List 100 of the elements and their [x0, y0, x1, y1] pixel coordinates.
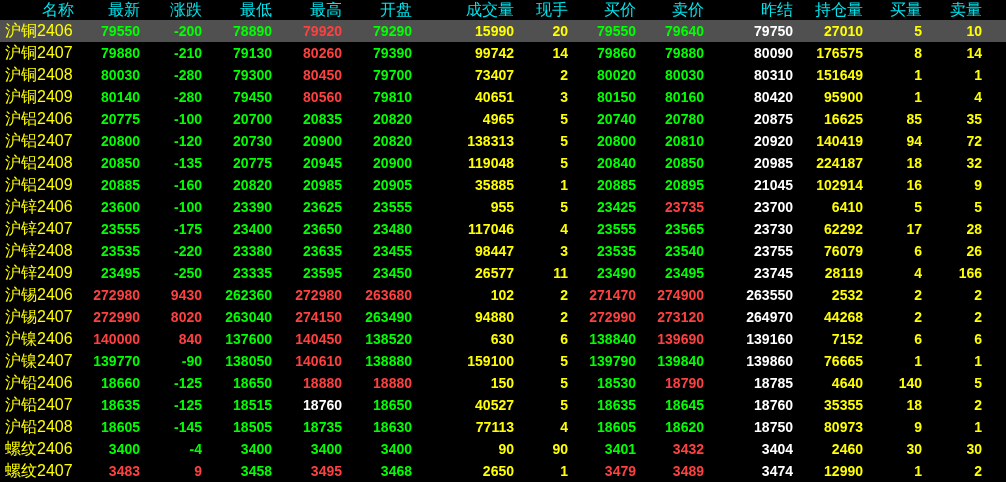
table-cell-text: 5: [973, 374, 982, 393]
table-row[interactable]: 沪铝2406 20775 -100 20700 20835 20820 4965 5 20740 20780 20875 16625 85 35: [0, 108, 1006, 130]
table-cell-text: 23400: [232, 220, 272, 239]
column-header[interactable]: 成交量: [412, 0, 514, 20]
table-cell-text: 1: [973, 352, 982, 371]
column-header[interactable]: 买价: [568, 0, 636, 20]
table-cell-text: 4: [559, 418, 568, 437]
column-header[interactable]: 买量: [863, 0, 922, 20]
table-cell-text: 6: [973, 330, 982, 349]
table-cell-text: 80560: [302, 88, 342, 107]
table-cell-text: 3400: [309, 440, 342, 459]
column-header[interactable]: 开盘: [342, 0, 412, 20]
column-header[interactable]: 最高: [272, 0, 342, 20]
table-cell-text: 3400: [239, 440, 272, 459]
table-cell-text: 2: [973, 308, 982, 327]
table-row[interactable]: 沪锡2407 272990 8020 263040 274150 263490 94880 2 272990 273120 264970 44268 2 2: [0, 306, 1006, 328]
contract-name: 沪铅2406: [4, 373, 74, 393]
table-cell-text: 95900: [823, 88, 863, 107]
table-cell-text: 79750: [753, 22, 793, 41]
table-cell-text: 79550: [596, 22, 636, 41]
table-cell-text: 17: [905, 220, 922, 239]
table-row[interactable]: 沪铜2407 79880 -210 79130 80260 79390 99742 14 79860 79880 80090 176575 8 14: [0, 42, 1006, 64]
table-cell-text: 3458: [239, 462, 272, 481]
table-row[interactable]: 沪铝2407 20800 -120 20730 20900 20820 138313 5 20800 20810 20920 140419 94 72: [0, 130, 1006, 152]
table-row[interactable]: 螺纹2406 3400 -4 3400 3400 3400 90 90 3401 3432 3404 2460 30 30: [0, 438, 1006, 460]
table-cell-text: 2: [913, 308, 922, 327]
table-cell-text: 18630: [372, 418, 412, 437]
column-header[interactable]: 现手: [514, 0, 568, 20]
table-row[interactable]: 螺纹2407 3483 9 3458 3495 3468 2650 1 3479 3489 3474 12990 1 2: [0, 460, 1006, 482]
table-cell-text: 5: [913, 22, 922, 41]
table-row[interactable]: 沪铝2408 20850 -135 20775 20945 20900 119048 5 20840 20850 20985 224187 18 32: [0, 152, 1006, 174]
table-cell-text: 630: [489, 330, 514, 349]
table-row[interactable]: 沪锡2406 272980 9430 262360 272980 263680 102 2 271470 274900 263550 2532 2 2: [0, 284, 1006, 306]
contract-name: 沪锌2407: [4, 219, 74, 239]
column-header[interactable]: 涨跌: [140, 0, 202, 20]
table-cell-text: 32: [965, 154, 982, 173]
table-cell-text: 20800: [596, 132, 636, 151]
table-cell-text: 20895: [664, 176, 704, 195]
table-cell-text: 3: [559, 242, 568, 261]
table-cell-text: 1: [913, 462, 922, 481]
column-header[interactable]: 最低: [202, 0, 272, 20]
table-cell-text: 20780: [664, 110, 704, 129]
table-cell-text: 8: [913, 44, 922, 63]
table-row[interactable]: 沪铜2408 80030 -280 79300 80450 79700 73407 2 80020 80030 80310 151649 1 1: [0, 64, 1006, 86]
table-row[interactable]: 沪铅2408 18605 -145 18505 18735 18630 77113 4 18605 18620 18750 80973 9 1: [0, 416, 1006, 438]
table-cell-text: 3489: [671, 462, 704, 481]
table-cell-text: -200: [172, 22, 202, 41]
table-cell-text: 23495: [100, 264, 140, 283]
table-row[interactable]: 沪镍2407 139770 -90 138050 140610 138880 159100 5 139790 139840 139860 76665 1 1: [0, 350, 1006, 372]
table-cell-text: 40651: [474, 88, 514, 107]
table-row[interactable]: 沪锌2409 23495 -250 23335 23595 23450 26577 11 23490 23495 23745 28119 4 166: [0, 262, 1006, 284]
table-cell-text: 4: [559, 220, 568, 239]
table-cell-text: 23600: [100, 198, 140, 217]
table-cell-text: 1: [973, 418, 982, 437]
table-cell-text: 271470: [588, 286, 636, 305]
table-cell-text: -120: [172, 132, 202, 151]
column-header[interactable]: 最新: [74, 0, 140, 20]
table-row[interactable]: 沪镍2406 140000 840 137600 140450 138520 630 6 138840 139690 139160 7152 6 6: [0, 328, 1006, 350]
table-row[interactable]: 沪铜2409 80140 -280 79450 80560 79810 40651 3 80150 80160 80420 95900 1 4: [0, 86, 1006, 108]
column-header[interactable]: 卖量: [922, 0, 982, 20]
table-cell-text: 23555: [596, 220, 636, 239]
column-header[interactable]: 持仓量: [793, 0, 863, 20]
table-cell-text: 23540: [664, 242, 704, 261]
table-cell-text: 23535: [596, 242, 636, 261]
table-cell-text: 12990: [823, 462, 863, 481]
contract-name: 沪锌2409: [4, 263, 74, 283]
table-row[interactable]: 沪锌2408 23535 -220 23380 23635 23455 98447 3 23535 23540 23755 76079 6 26: [0, 240, 1006, 262]
table-row[interactable]: 沪铝2409 20885 -160 20820 20985 20905 35885 1 20885 20895 21045 102914 16 9: [0, 174, 1006, 196]
table-cell-text: 3495: [309, 462, 342, 481]
column-header[interactable]: 卖价: [636, 0, 704, 20]
table-cell-text: 20850: [100, 154, 140, 173]
table-cell-text: 2650: [481, 462, 514, 481]
table-cell-text: 79810: [372, 88, 412, 107]
table-cell-text: 80420: [753, 88, 793, 107]
table-cell-text: 1: [913, 352, 922, 371]
table-cell-text: 9: [973, 176, 982, 195]
column-header[interactable]: 昨结: [704, 0, 793, 20]
table-row[interactable]: 沪铅2406 18660 -125 18650 18880 18880 150 5 18530 18790 18785 4640 140 5: [0, 372, 1006, 394]
table-cell-text: -135: [172, 154, 202, 173]
table-row[interactable]: 沪锌2406 23600 -100 23390 23625 23555 955 5 23425 23735 23700 6410 5 5: [0, 196, 1006, 218]
table-cell-text: 6410: [830, 198, 863, 217]
table-cell-text: 99742: [474, 44, 514, 63]
contract-name: 沪铝2408: [4, 153, 74, 173]
table-row[interactable]: 沪铅2407 18635 -125 18515 18760 18650 40527 5 18635 18645 18760 35355 18 2: [0, 394, 1006, 416]
table-cell-text: 8020: [169, 308, 202, 327]
contract-name: 沪镍2407: [4, 351, 74, 371]
table-cell-text: 4: [913, 264, 922, 283]
table-cell-text: 23335: [232, 264, 272, 283]
table-cell-text: 5: [559, 396, 568, 415]
table-cell-text: 18760: [302, 396, 342, 415]
table-cell-text: 18605: [100, 418, 140, 437]
table-cell-text: 23450: [372, 264, 412, 283]
table-cell-text: 20835: [302, 110, 342, 129]
table-cell-text: 20885: [596, 176, 636, 195]
table-cell-text: 23455: [372, 242, 412, 261]
table-cell-text: 1: [973, 66, 982, 85]
table-cell-text: 2: [559, 308, 568, 327]
table-row[interactable]: 沪铜2406 79550 -200 78890 79920 79290 15990 20 79550 79640 79750 27010 5 10: [0, 20, 1006, 42]
column-header[interactable]: 名称: [0, 0, 74, 20]
table-row[interactable]: 沪锌2407 23555 -175 23400 23650 23480 117046 4 23555 23565 23730 62292 17 28: [0, 218, 1006, 240]
